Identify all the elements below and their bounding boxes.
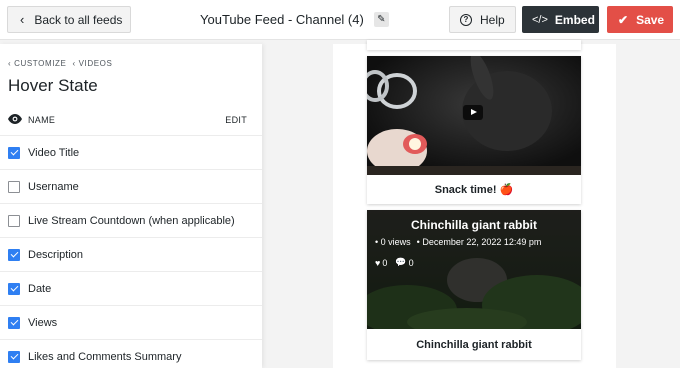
video-card[interactable]: Snack time! 🍎 bbox=[367, 56, 581, 204]
option-label: Username bbox=[28, 180, 79, 193]
play-icon[interactable] bbox=[463, 105, 483, 120]
option-label: Live Stream Countdown (when applicable) bbox=[28, 214, 235, 227]
option-video-title[interactable]: Video Title bbox=[0, 136, 262, 170]
breadcrumb-customize[interactable]: ‹ CUSTOMIZE bbox=[8, 59, 66, 68]
code-icon: </> bbox=[532, 13, 548, 26]
option-label: Date bbox=[28, 282, 52, 295]
video-card-partial bbox=[367, 40, 581, 50]
edit-link[interactable]: EDIT bbox=[225, 115, 247, 125]
hover-meta: • 0 views • December 22, 2022 12:49 pm bbox=[375, 237, 541, 247]
question-icon: ? bbox=[460, 13, 472, 26]
option-description[interactable]: Description bbox=[0, 238, 262, 272]
comment-icon: 💬 bbox=[395, 257, 407, 267]
breadcrumb: ‹ CUSTOMIZE ‹ VIDEOS bbox=[8, 59, 112, 68]
help-button[interactable]: ? Help bbox=[449, 6, 516, 33]
option-live-stream-countdown[interactable]: Live Stream Countdown (when applicable) bbox=[0, 204, 262, 238]
back-to-feeds-button[interactable]: ‹ Back to all feeds bbox=[7, 6, 131, 33]
embed-label: Embed bbox=[554, 12, 595, 27]
hover-overlay: Chinchilla giant rabbit • 0 views • Dece… bbox=[367, 210, 581, 329]
checkbox[interactable] bbox=[8, 180, 20, 193]
page-title: Hover State bbox=[8, 76, 98, 95]
option-label: Video Title bbox=[28, 146, 80, 159]
checkbox[interactable] bbox=[8, 146, 20, 159]
feed-title-area: YouTube Feed - Channel (4) ✎ bbox=[200, 12, 389, 27]
breadcrumb-videos[interactable]: ‹ VIDEOS bbox=[72, 59, 112, 68]
option-label: Description bbox=[28, 248, 84, 261]
video-thumbnail[interactable] bbox=[367, 56, 581, 175]
option-likes-comments[interactable]: Likes and Comments Summary bbox=[0, 340, 262, 368]
pencil-icon[interactable]: ✎ bbox=[373, 12, 389, 27]
checkbox[interactable] bbox=[8, 248, 20, 261]
chevron-left-icon: ‹ bbox=[20, 12, 25, 27]
option-username[interactable]: Username bbox=[0, 170, 262, 204]
publish-date: • December 22, 2022 12:49 pm bbox=[416, 237, 542, 247]
name-column-label: NAME bbox=[28, 115, 56, 125]
video-thumbnail[interactable]: Chinchilla giant rabbit • 0 views • Dece… bbox=[367, 210, 581, 329]
top-bar: ‹ Back to all feeds YouTube Feed - Chann… bbox=[0, 0, 680, 40]
option-views[interactable]: Views bbox=[0, 306, 262, 340]
embed-button[interactable]: </> Embed bbox=[522, 6, 599, 33]
checkbox[interactable] bbox=[8, 350, 20, 363]
video-card-hover[interactable]: Chinchilla giant rabbit • 0 views • Dece… bbox=[367, 210, 581, 360]
checkbox[interactable] bbox=[8, 282, 20, 295]
name-header-row: NAME EDIT bbox=[0, 106, 262, 136]
customize-sidebar: ‹ CUSTOMIZE ‹ VIDEOS Hover State NAME ED… bbox=[0, 44, 262, 368]
likes-comments-summary: ♥ 0 💬 0 bbox=[375, 257, 414, 268]
back-button-label: Back to all feeds bbox=[34, 12, 123, 27]
views-count: • 0 views bbox=[375, 237, 411, 247]
hover-video-title: Chinchilla giant rabbit bbox=[410, 218, 537, 232]
checkbox[interactable] bbox=[8, 316, 20, 329]
video-title: Chinchilla giant rabbit bbox=[416, 339, 532, 351]
checkmark-icon: ✔ bbox=[618, 12, 629, 27]
feed-title: YouTube Feed - Channel (4) bbox=[200, 12, 364, 27]
save-label: Save bbox=[636, 12, 665, 27]
video-title: Snack time! 🍎 bbox=[434, 184, 514, 196]
option-label: Likes and Comments Summary bbox=[28, 350, 182, 363]
option-date[interactable]: Date bbox=[0, 272, 262, 306]
checkbox[interactable] bbox=[8, 214, 20, 227]
comments: 💬 0 bbox=[395, 257, 414, 268]
help-label: Help bbox=[480, 12, 505, 27]
option-label: Views bbox=[28, 316, 58, 329]
likes: ♥ 0 bbox=[375, 257, 388, 268]
save-button[interactable]: ✔ Save bbox=[607, 6, 673, 33]
heart-icon: ♥ bbox=[375, 257, 381, 268]
eye-icon[interactable] bbox=[8, 114, 22, 124]
